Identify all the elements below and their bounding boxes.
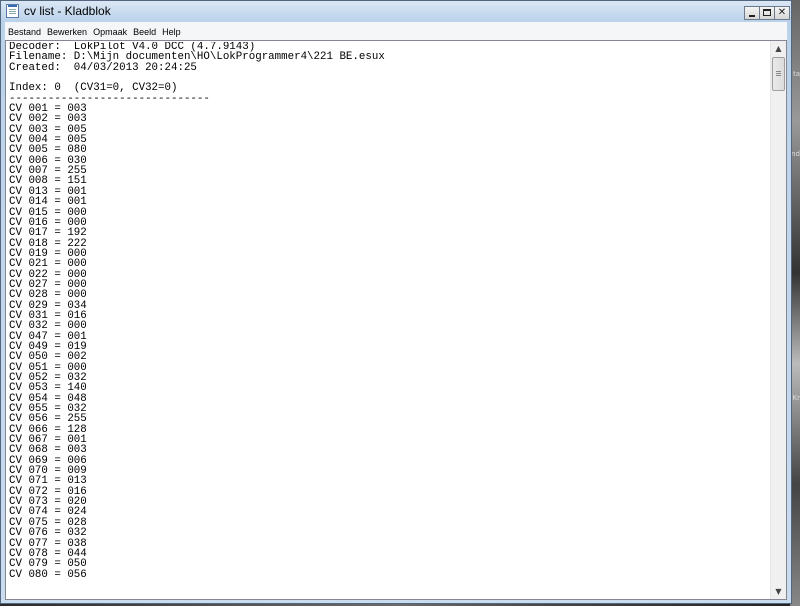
text-line: CV 022 = 000 [9,268,87,281]
text-editor[interactable]: Decoder: LokPilot V4.0 DCC (4.7.9143) Fil… [5,40,787,600]
text-line: CV 007 = 255 [9,165,87,178]
text-line: CV 055 = 032 [9,403,87,416]
scroll-down-arrow-icon[interactable]: ▼ [771,584,786,599]
text-line: CV 066 = 128 [9,423,87,436]
text-line: CV 076 = 032 [9,527,87,540]
text-line: CV 004 = 005 [9,134,87,147]
text-line: CV 074 = 024 [9,506,87,519]
text-line: CV 017 = 192 [9,227,87,240]
text-line: Created: 04/03/2013 20:24:25 [9,61,197,74]
text-line: ------------------------------- [9,92,210,105]
menu-beeld[interactable]: Beeld [130,24,159,39]
text-line: CV 077 = 038 [9,537,87,550]
text-line: CV 056 = 255 [9,413,87,426]
text-line: CV 016 = 000 [9,216,87,229]
text-line: CV 070 = 009 [9,465,87,478]
close-icon: ✕ [777,7,787,18]
text-line: CV 049 = 019 [9,340,87,353]
text-line: CV 027 = 000 [9,278,87,291]
text-line: CV 001 = 003 [9,103,87,116]
text-line: CV 021 = 000 [9,258,87,271]
text-line: CV 069 = 006 [9,454,87,467]
text-line: CV 072 = 016 [9,485,87,498]
text-line: CV 051 = 000 [9,361,87,374]
text-line: CV 054 = 048 [9,392,87,405]
notepad-icon[interactable] [6,4,19,18]
text-line: CV 080 = 056 [9,568,87,581]
document-text[interactable]: Decoder: LokPilot V4.0 DCC (4.7.9143) Fil… [9,42,771,598]
menu-bar: Bestand Bewerken Opmaak Beeld Help [5,22,787,40]
text-line: CV 031 = 016 [9,309,87,322]
text-line: CV 068 = 003 [9,444,87,457]
close-button[interactable]: ✕ [774,6,790,20]
menu-help[interactable]: Help [159,24,184,39]
text-line: CV 002 = 003 [9,113,87,126]
text-line: CV 005 = 080 [9,144,87,157]
text-line: CV 047 = 001 [9,330,87,343]
maximize-button[interactable] [759,6,775,20]
vertical-scrollbar[interactable]: ▲ ▼ [770,41,786,599]
text-line: CV 073 = 020 [9,496,87,509]
text-line: CV 018 = 222 [9,237,87,250]
minimize-button[interactable] [744,6,760,20]
scrollbar-thumb[interactable] [772,57,785,91]
text-line: CV 014 = 001 [9,196,87,209]
text-line: CV 032 = 000 [9,320,87,333]
notepad-window: cv list - Kladblok ✕ Bestand Bewerken Opma… [0,0,792,604]
text-line: CV 008 = 151 [9,175,87,188]
text-line: CV 071 = 013 [9,475,87,488]
text-line: CV 067 = 001 [9,434,87,447]
text-line: CV 052 = 032 [9,372,87,384]
window-title: cv list - Kladblok [24,4,111,18]
menu-bewerken[interactable]: Bewerken [44,24,90,39]
text-line: CV 079 = 050 [9,558,87,571]
text-line: CV 075 = 028 [9,516,87,529]
text-line: CV 078 = 044 [9,547,87,560]
text-line: CV 006 = 030 [9,154,87,167]
menu-opmaak[interactable]: Opmaak [90,24,130,39]
desktop-fragment-text: ta [792,70,800,78]
desktop-fragment-text: Kr [792,394,800,402]
text-line: CV 015 = 000 [9,206,87,219]
title-bar[interactable]: cv list - Kladblok ✕ [1,1,791,22]
text-line: CV 029 = 034 [9,299,87,312]
scroll-up-arrow-icon[interactable]: ▲ [771,41,786,56]
text-line: CV 013 = 001 [9,185,87,198]
menu-bestand[interactable]: Bestand [5,24,44,39]
text-line: CV 050 = 002 [9,351,87,364]
text-line: CV 028 = 000 [9,289,87,302]
text-line: CV 003 = 005 [9,123,87,136]
text-line: CV 053 = 140 [9,382,87,395]
text-line: CV 019 = 000 [9,247,87,260]
